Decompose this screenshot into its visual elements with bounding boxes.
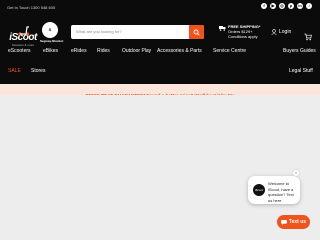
scooter-logo-icon [17,23,30,36]
cart-icon [304,33,312,41]
search-input[interactable]: What are you looking for? [76,29,122,34]
login-label: Login [279,29,292,35]
contact-line[interactable]: Get In Touch 1300 548 605 [7,5,55,10]
free-shipping-info[interactable]: FREE SHIPPING* Orders $129+ Conditions a… [219,24,260,39]
nav-item-outdoor-play[interactable]: Outdoor Play [122,48,151,54]
logo-tagline: Scooters & more [11,43,35,47]
site-header: Get In Touch 1300 548 605 f ▶ ◎ p in ♪ i… [0,0,320,84]
nav-item-stores[interactable]: Stores [31,68,45,74]
page-content [0,95,320,240]
nav-item-buyers-guides[interactable]: Buyers Guides [283,48,316,54]
user-icon [271,29,277,35]
search-icon [193,29,200,36]
chat-message: Welcome to iScoot, have a question? Text… [268,181,294,203]
site-logo[interactable]: iScoot Scooters & more [8,23,38,47]
chat-popup[interactable]: × iScoot Welcome to iScoot, have a quest… [248,170,300,204]
segway-badge[interactable]: S Segway-Ninebot [40,22,64,43]
chat-bubble-icon [280,219,287,225]
nav-item-legal[interactable]: Legal Stuff [289,68,313,74]
linkedin-icon[interactable]: in [297,3,303,9]
cart-button[interactable] [304,28,312,46]
price-beat-banner[interactable]: PRICE BEAT GUARANTEE* Found a better pri… [0,84,320,98]
youtube-icon[interactable]: ▶ [270,3,276,9]
text-us-button[interactable]: Text us [277,215,310,229]
text-us-label: Text us [288,219,307,225]
close-icon[interactable]: × [293,170,299,176]
chat-avatar: iScoot [253,184,265,196]
nav-item-escooters[interactable]: eScooters [8,48,31,54]
tiktok-icon[interactable]: ♪ [306,3,312,9]
search-bar[interactable]: What are you looking for? [71,25,204,39]
search-button[interactable] [189,25,204,39]
pinterest-icon[interactable]: p [288,3,294,9]
facebook-icon[interactable]: f [261,3,267,9]
nav-item-erides[interactable]: eRides [71,48,87,54]
shipping-conditions: Conditions apply [228,34,258,39]
main-nav: eScooters eBikes eRides Rides Outdoor Pl… [0,48,320,60]
segway-logo-icon: S [42,22,58,38]
nav-item-rides[interactable]: Rides [97,48,110,54]
segway-label: Segway-Ninebot [40,39,64,43]
nav-item-accessories-parts[interactable]: Accessories & Parts [157,48,202,54]
social-links: f ▶ ◎ p in ♪ [261,3,312,9]
secondary-nav: SALE Stores Legal Stuff [0,68,320,78]
login-link[interactable]: Login [271,29,291,35]
nav-item-sale[interactable]: SALE [8,68,21,74]
truck-icon [219,26,226,31]
nav-item-ebikes[interactable]: eBikes [43,48,58,54]
nav-item-service-centre[interactable]: Service Centre [213,48,246,54]
instagram-icon[interactable]: ◎ [279,3,285,9]
